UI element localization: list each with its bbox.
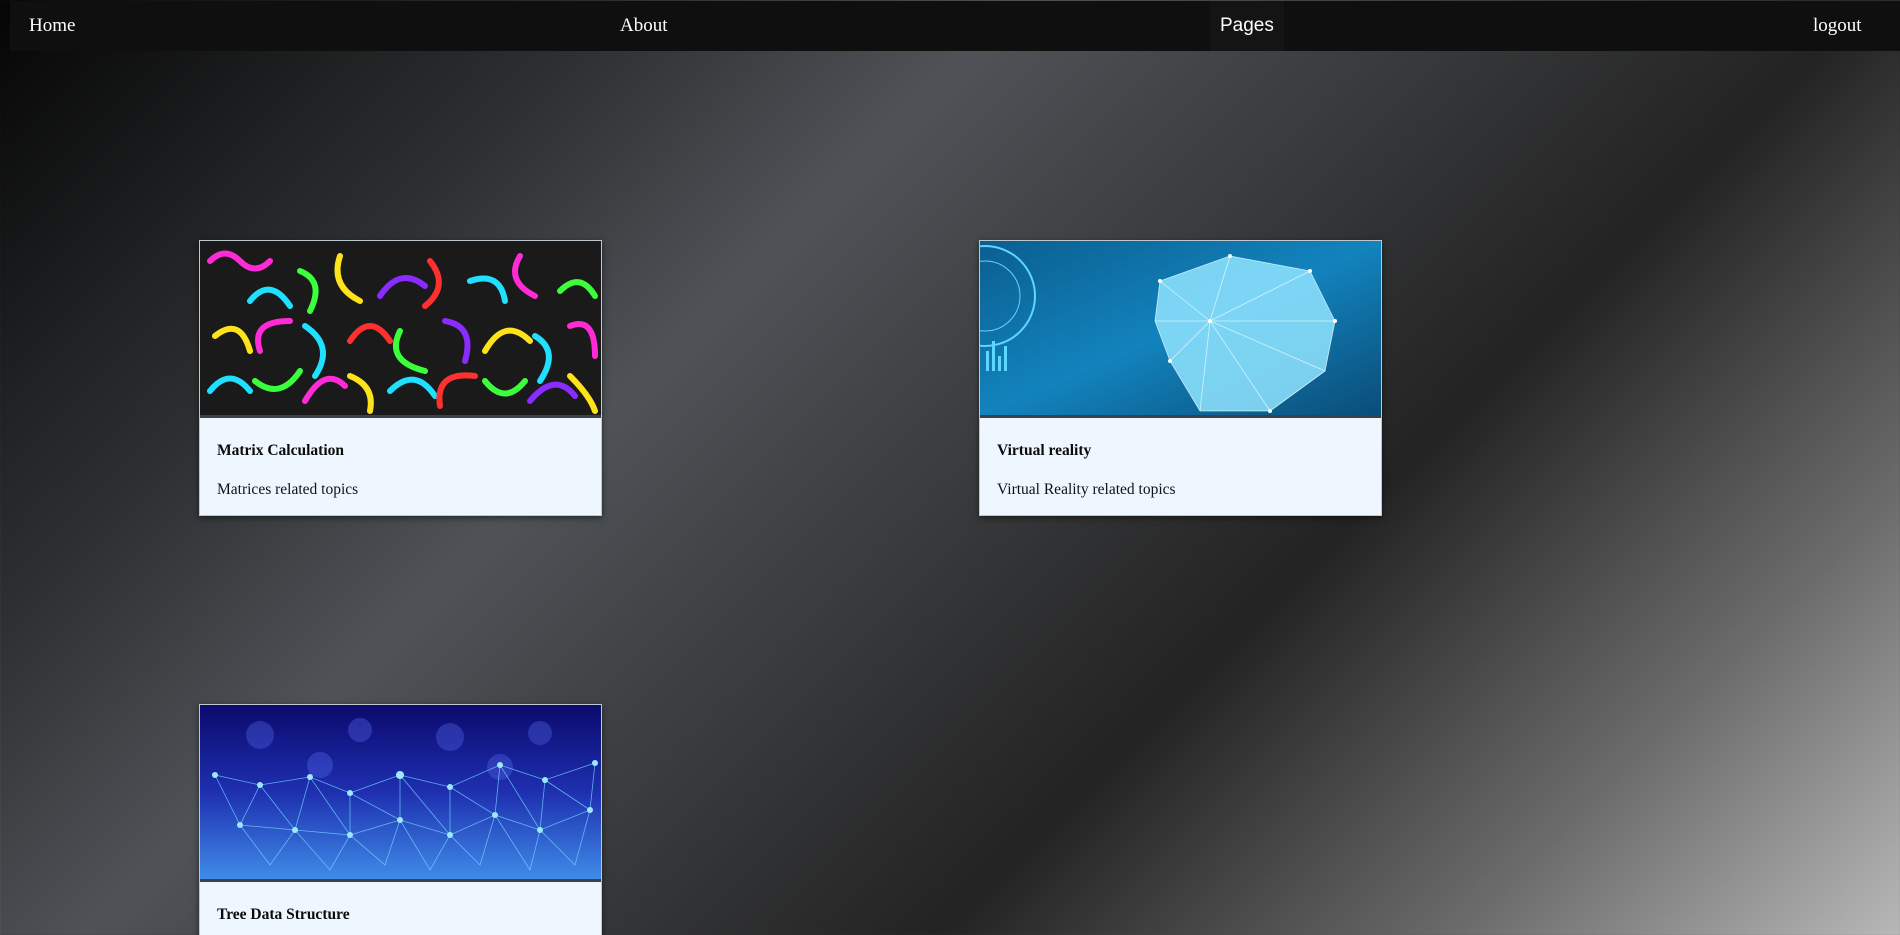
card-description: Virtual Reality related topics: [997, 481, 1176, 498]
topic-card-matrix[interactable]: Matrix Calculation Matrices related topi…: [199, 240, 602, 516]
card-title: Matrix Calculation: [217, 442, 344, 459]
nav-logout-link[interactable]: logout: [1813, 1, 1862, 51]
card-title: Virtual reality: [997, 442, 1092, 459]
card-description: Matrices related topics: [217, 481, 359, 498]
topic-card-virtual-reality[interactable]: Virtual reality Virtual Reality related …: [979, 240, 1382, 516]
vr-headset-wireframe-image: [980, 241, 1381, 418]
card-body: Virtual reality Virtual Reality related …: [980, 418, 1381, 499]
colorful-numbers-image: [200, 241, 601, 418]
card-title: Tree Data Structure: [217, 906, 350, 923]
network-nodes-image: [200, 705, 601, 882]
nav-pages-link[interactable]: Pages: [1210, 1, 1284, 51]
card-body: Tree Data Structure: [200, 882, 601, 924]
card-body: Matrix Calculation Matrices related topi…: [200, 418, 601, 499]
top-navbar: Home About Pages logout: [10, 1, 1900, 51]
nav-home-link[interactable]: Home: [29, 1, 75, 51]
nav-about-link[interactable]: About: [620, 1, 668, 51]
topic-card-tree-data-structure[interactable]: Tree Data Structure: [199, 704, 602, 935]
